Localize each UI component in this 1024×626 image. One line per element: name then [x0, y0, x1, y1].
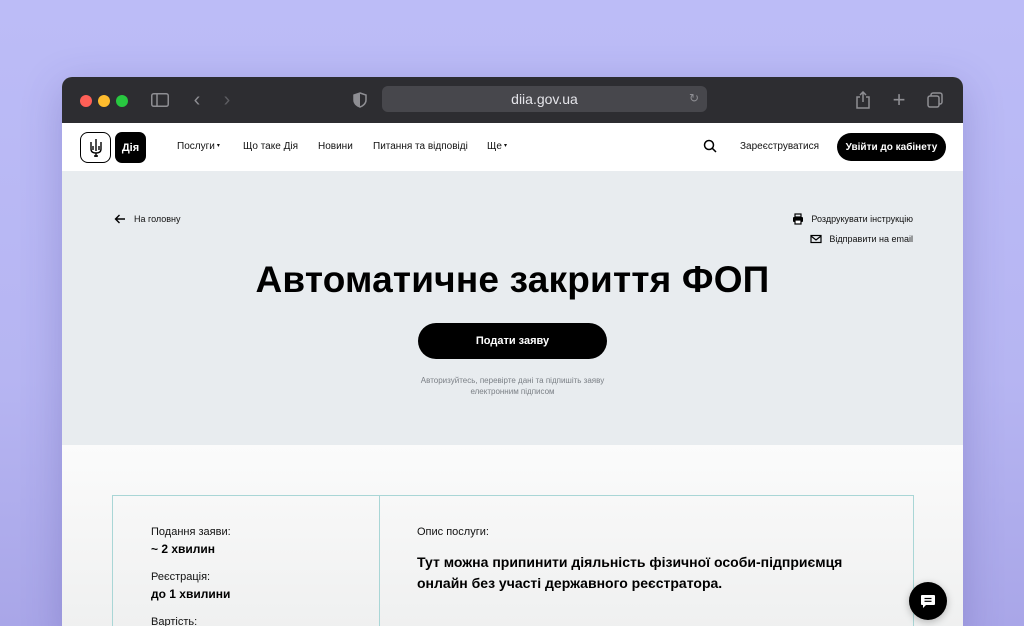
- registration-time-value: до 1 хвилини: [151, 587, 231, 601]
- register-link[interactable]: Зареєструватися: [740, 141, 819, 152]
- mail-icon: [810, 234, 823, 244]
- nav-item-label: Послуги: [177, 141, 215, 152]
- nav-item-faq[interactable]: Питання та відповіді: [373, 141, 468, 152]
- chevron-down-icon: ▾: [503, 143, 507, 149]
- send-email-link[interactable]: Відправити на email: [810, 233, 913, 245]
- browser-window: ‹ › diia.gov.ua ↻ + Дія Послуги ▾ Що таке…: [62, 77, 963, 626]
- forward-icon[interactable]: ›: [220, 89, 234, 111]
- tabs-overview-icon[interactable]: [926, 89, 944, 111]
- nav-item-what-is-diia[interactable]: Що таке Дія: [243, 141, 298, 152]
- page-title: Автоматичне закриття ФОП: [255, 259, 770, 300]
- search-icon[interactable]: [703, 139, 718, 154]
- shield-icon[interactable]: [352, 89, 368, 111]
- printer-icon: [793, 213, 804, 225]
- chevron-down-icon: ▾: [216, 143, 220, 149]
- back-home-link[interactable]: На головну: [114, 213, 181, 225]
- apply-button[interactable]: Подати заяву: [418, 323, 607, 359]
- print-instruction-label: Роздрукувати інструкцію: [811, 214, 913, 224]
- back-icon[interactable]: ‹: [190, 89, 204, 111]
- nav-item-news[interactable]: Новини: [318, 141, 353, 152]
- chat-icon: [921, 594, 935, 608]
- back-home-label: На головну: [134, 214, 181, 224]
- card-divider: [379, 496, 380, 626]
- url-text: diia.gov.ua: [511, 91, 578, 107]
- submission-time-value: ~ 2 хвилин: [151, 542, 216, 556]
- minimize-window-button[interactable]: [98, 95, 110, 107]
- address-bar[interactable]: diia.gov.ua ↻: [382, 86, 707, 112]
- maximize-window-button[interactable]: [116, 95, 128, 107]
- nav-item-label: Ще: [487, 141, 502, 152]
- login-button[interactable]: Увійти до кабінету: [837, 133, 946, 161]
- cost-label: Вартість:: [151, 616, 198, 626]
- new-tab-icon[interactable]: +: [890, 87, 908, 112]
- send-email-label: Відправити на email: [829, 234, 913, 244]
- hero-section: На головну Роздрукувати інструкцію Відпр…: [62, 171, 963, 445]
- trident-logo-icon[interactable]: [80, 132, 111, 163]
- arrow-left-icon: [114, 214, 125, 224]
- description-label: Опис послуги:: [417, 526, 489, 538]
- service-info-card: Подання заяви: ~ 2 хвилин Реєстрація: до…: [112, 495, 914, 626]
- diia-logo-text: Дія: [121, 141, 140, 154]
- sidebar-icon[interactable]: [150, 89, 170, 111]
- print-instruction-link[interactable]: Роздрукувати інструкцію: [792, 213, 913, 225]
- apply-note: Авторизуйтесь, перевірте дані та підпиші…: [420, 376, 605, 396]
- service-description: Тут можна припинити діяльність фізичної …: [417, 554, 843, 591]
- close-window-button[interactable]: [80, 95, 92, 107]
- browser-titlebar: ‹ › diia.gov.ua ↻ +: [62, 77, 963, 123]
- submission-time-label: Подання заяви:: [151, 526, 231, 538]
- nav-item-more[interactable]: Ще ▾: [487, 141, 507, 152]
- service-details-section: Подання заяви: ~ 2 хвилин Реєстрація: до…: [62, 445, 963, 626]
- site-header: Дія Послуги ▾ Що таке Дія Новини Питання …: [62, 123, 963, 171]
- registration-time-label: Реєстрація:: [151, 571, 211, 583]
- diia-logo[interactable]: Дія: [115, 132, 146, 163]
- nav-item-services[interactable]: Послуги ▾: [177, 141, 220, 152]
- reload-icon[interactable]: ↻: [687, 91, 701, 105]
- share-icon[interactable]: [854, 89, 872, 111]
- chat-button[interactable]: [909, 582, 947, 620]
